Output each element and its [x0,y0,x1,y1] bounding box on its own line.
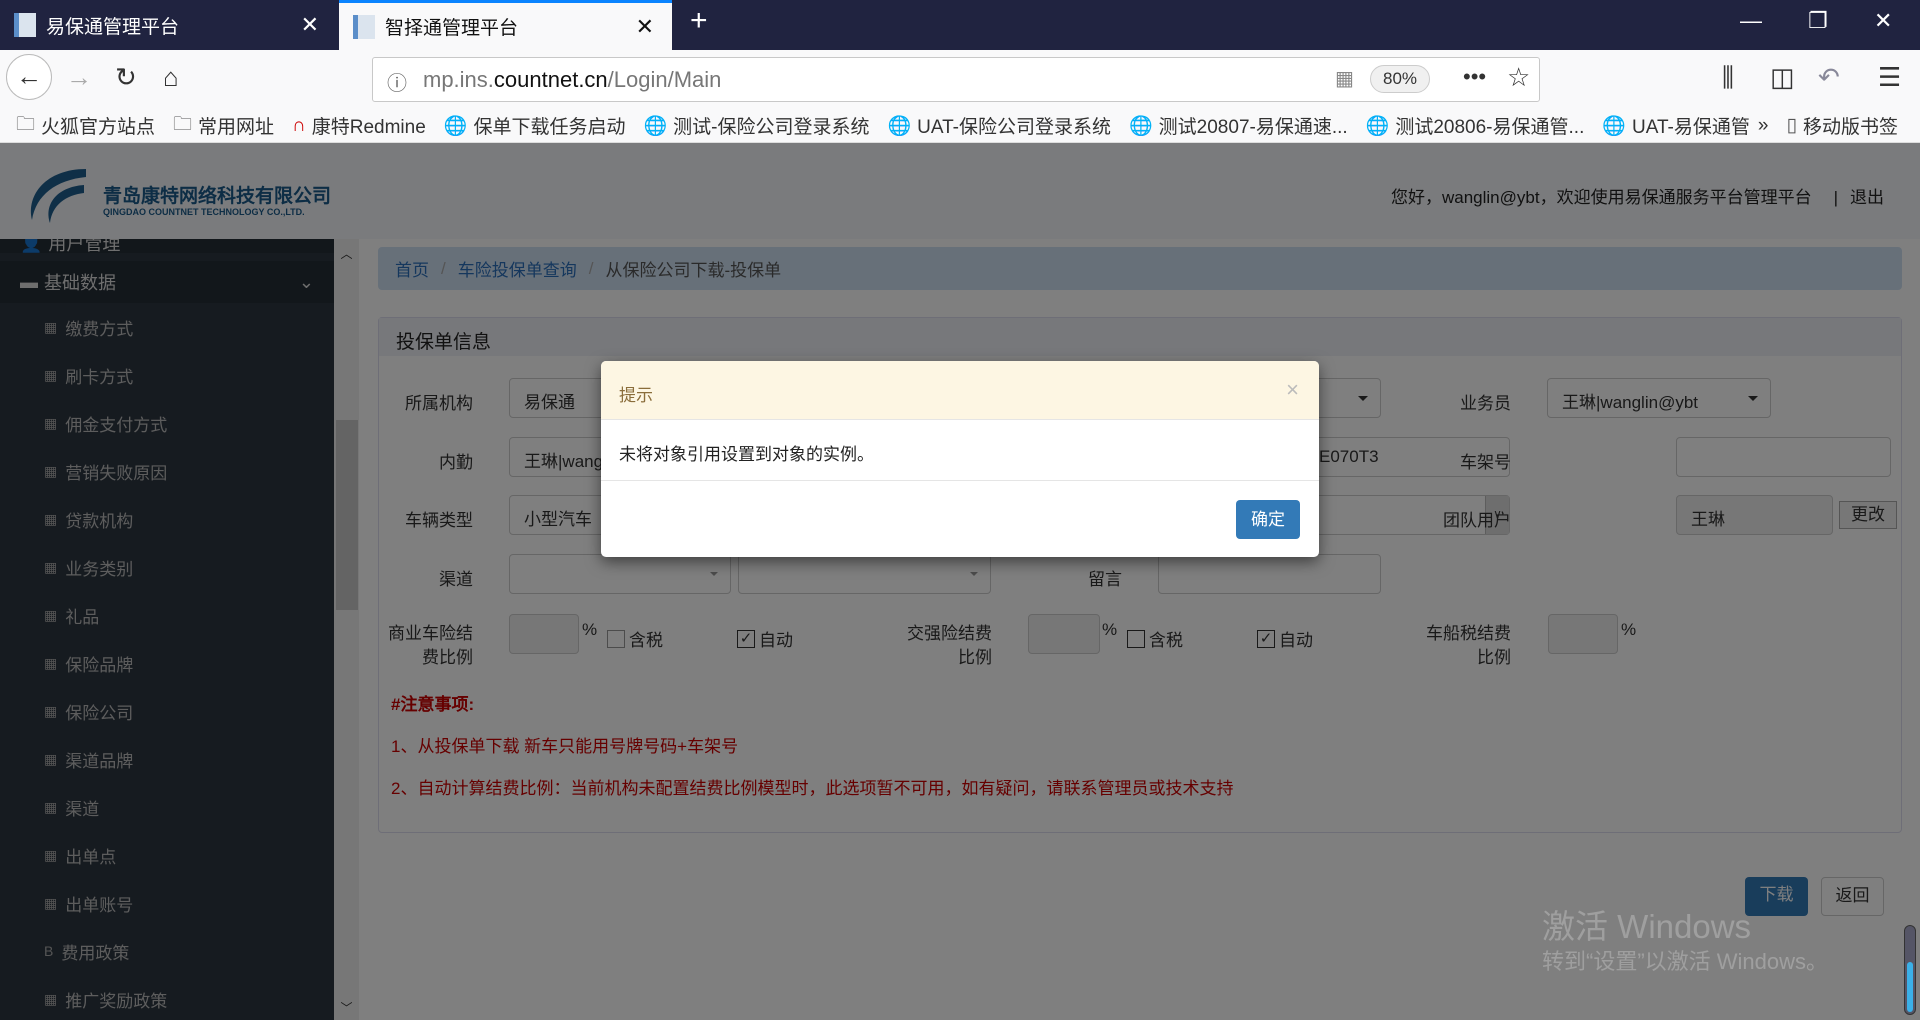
home-icon[interactable]: ⌂ [163,62,179,93]
minimize-icon[interactable]: — [1740,8,1762,34]
globe-icon: 🌐 [1129,115,1153,137]
thermometer-widget-icon [1904,925,1916,1015]
more-icon[interactable]: ••• [1463,64,1486,90]
page-icon [14,13,36,37]
globe-icon: 🌐 [443,115,468,137]
back-icon[interactable]: ← [6,54,52,100]
globe-icon: 🌐 [887,115,912,137]
bookmark[interactable]: 🌐 测试20806-易保通管... [1366,112,1585,139]
close-tab-icon[interactable]: ✕ [636,14,654,40]
alert-dialog: 提示 × 未将对象引用设置到对象的实例。 确定 [601,361,1319,557]
folder-icon: 🗀 [16,113,36,135]
bookmark[interactable]: 🌐 测试20807-易保通速... [1129,112,1348,139]
forward-icon[interactable]: → [66,62,92,93]
nav-bar: ← → ↻ ⌂ ⓘ mp.ins.countnet.cn/Login/Main … [0,50,1920,109]
bookmark[interactable]: 🌐 测试-保险公司登录系统 [643,112,869,139]
tab-ybt[interactable]: 易保通管理平台 ✕ [0,0,337,50]
url-bar[interactable]: ⓘ mp.ins.countnet.cn/Login/Main ▦ 80% ••… [372,57,1540,102]
sidebar-icon[interactable]: ◫ [1770,62,1795,93]
bookmark-folder[interactable]: 🗀 火狐官方站点 [16,110,155,142]
close-window-icon[interactable]: ✕ [1874,8,1892,34]
windows-activation-watermark: 激活 Windows [1542,908,1752,945]
bookmark[interactable]: 🌐 UAT-易保通管 [1602,112,1750,139]
globe-icon: 🌐 [1365,115,1390,137]
bookmarks-bar: 🗀 火狐官方站点 🗀 常用网址 ∩ 康特Redmine 🌐 保单下载任务启动 🌐 测试-保… [0,109,1920,143]
bookmark[interactable]: ∩ 康特Redmine [292,112,426,139]
tab-zzt[interactable]: 智择通管理平台 ✕ [339,0,672,50]
bookmark-folder[interactable]: 🗀 常用网址 [173,110,274,142]
windows-activation-hint: 转到“设置”以激活 Windows。 [1542,949,1829,974]
url-text: mp.ins.countnet.cn/Login/Main [423,67,722,92]
page-icon [353,14,375,39]
folder-icon: 🗀 [173,113,193,135]
tab-title: 易保通管理平台 [46,16,180,38]
menu-icon[interactable]: ☰ [1878,62,1901,93]
bookmark[interactable]: 🌐 UAT-保险公司登录系统 [887,112,1111,139]
zoom-level[interactable]: 80% [1370,65,1431,93]
bookmark[interactable]: 🌐 保单下载任务启动 [444,112,626,139]
redmine-icon: ∩ [292,114,306,136]
dialog-message: 未将对象引用设置到对象的实例。 [601,420,1319,481]
info-icon[interactable]: ⓘ [387,67,407,96]
library-icon[interactable]: ⫼ [1722,62,1734,94]
more-bookmarks-icon[interactable]: » [1758,115,1769,137]
qr-code-icon[interactable]: ▦ [1335,66,1354,91]
phone-icon: ▯ [1786,115,1797,136]
close-tab-icon[interactable]: ✕ [301,12,319,38]
tab-title: 智择通管理平台 [385,18,519,39]
modal-backdrop[interactable] [0,143,1920,1020]
new-tab-icon[interactable]: + [690,4,708,38]
ok-button[interactable]: 确定 [1236,500,1300,539]
bookmark-star-icon[interactable]: ☆ [1507,62,1530,93]
mobile-bookmarks[interactable]: ▯ 移动版书签 [1786,112,1897,139]
undo-icon[interactable]: ↶ [1818,62,1840,93]
tab-bar: 易保通管理平台 ✕ 智择通管理平台 ✕ + — ❐ ✕ [0,0,1920,50]
restore-icon[interactable]: ❐ [1808,8,1828,34]
globe-icon: 🌐 [643,115,668,137]
globe-icon: 🌐 [1602,115,1627,137]
dialog-title: 提示 [619,386,653,405]
close-icon[interactable]: × [1286,377,1299,403]
reload-icon[interactable]: ↻ [115,62,137,93]
